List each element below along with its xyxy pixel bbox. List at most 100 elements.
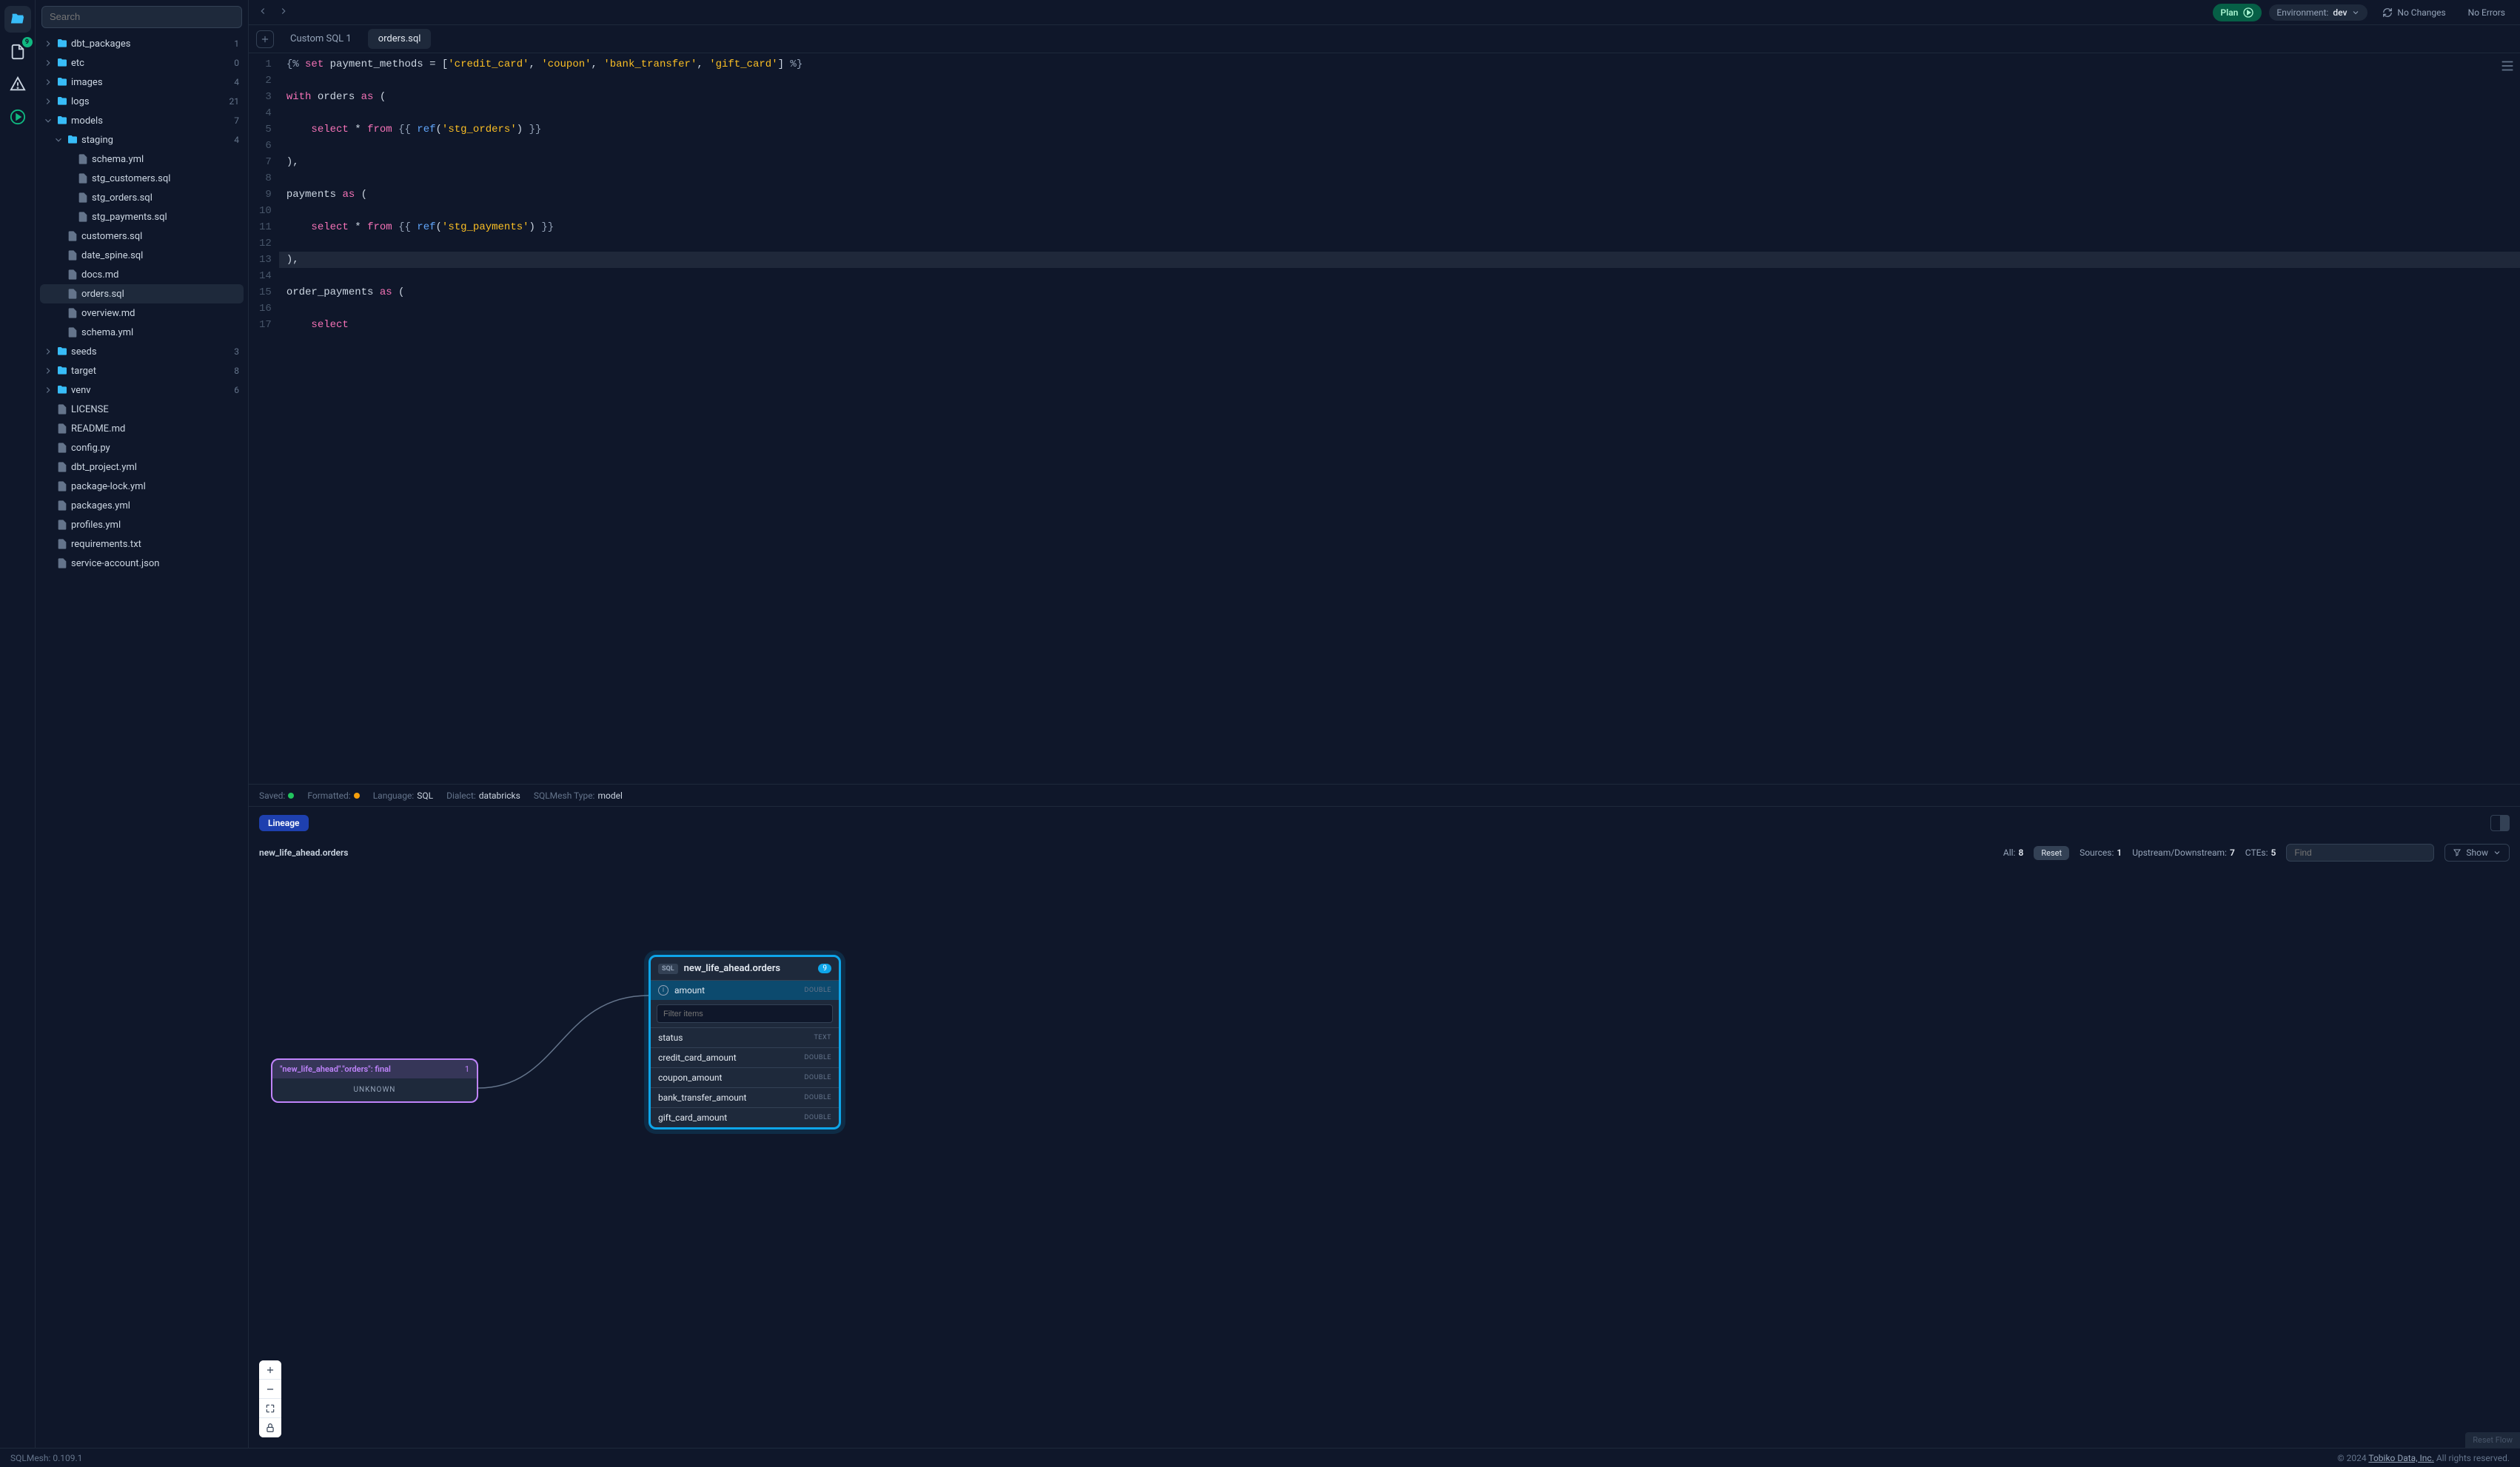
new-tab-button[interactable] (256, 30, 274, 48)
chevron-down-icon (2351, 8, 2360, 17)
column-type: DOUBLE (804, 1094, 831, 1101)
line-gutter: 1234567891011121314151617 (249, 53, 279, 784)
tree-label: venv (71, 385, 231, 396)
tree-count: 1 (234, 38, 239, 49)
reset-button[interactable]: Reset (2034, 846, 2069, 860)
tree-file[interactable]: README.md (40, 419, 244, 438)
changes-label: No Changes (2397, 7, 2445, 18)
copyright: © 2024 Tobiko Data, Inc. All rights rese… (2337, 1453, 2510, 1463)
main-lineage-node[interactable]: SQL new_life_ahead.orders 9 i amount DOU… (649, 955, 841, 1129)
tree-file[interactable]: dbt_project.yml (40, 457, 244, 477)
nav-back-button[interactable] (256, 4, 269, 21)
tree-folder[interactable]: target8 (40, 361, 244, 380)
tab-custom-sql[interactable]: Custom SQL 1 (280, 29, 362, 49)
tree-file[interactable]: date_spine.sql (40, 246, 244, 265)
column-row[interactable]: credit_card_amountDOUBLE (651, 1047, 839, 1067)
search-input[interactable] (50, 11, 234, 22)
errors-label: No Errors (2468, 7, 2505, 18)
tree-file[interactable]: package-lock.yml (40, 477, 244, 496)
tree-count: 7 (234, 115, 239, 126)
file-icon (67, 288, 78, 300)
activity-docs[interactable]: 9 (4, 38, 31, 65)
tree-file[interactable]: stg_payments.sql (40, 207, 244, 226)
tree-file[interactable]: customers.sql (40, 226, 244, 246)
tree-file[interactable]: requirements.txt (40, 534, 244, 554)
tree-folder[interactable]: etc0 (40, 53, 244, 73)
column-row[interactable]: coupon_amountDOUBLE (651, 1067, 839, 1087)
column-row[interactable]: gift_card_amountDOUBLE (651, 1107, 839, 1127)
column-row[interactable]: statusTEXT (651, 1027, 839, 1047)
activity-explorer[interactable] (4, 6, 31, 33)
column-filter-input[interactable] (663, 1010, 826, 1018)
upstream-count: 1 (465, 1064, 469, 1074)
changes-status[interactable]: No Changes (2375, 4, 2453, 21)
zoom-in-button[interactable] (259, 1360, 281, 1380)
lineage-graph[interactable]: "new_life_ahead"."orders": final 1 UNKNO… (249, 866, 2520, 1448)
tabs-bar: Custom SQL 1 orders.sql (249, 25, 2520, 53)
code-editor[interactable]: 1234567891011121314151617 {% set payment… (249, 53, 2520, 784)
tree-file[interactable]: packages.yml (40, 496, 244, 515)
activity-run[interactable] (4, 104, 31, 130)
file-icon (56, 423, 68, 434)
tree-label: schema.yml (81, 327, 239, 338)
tree-folder[interactable]: venv6 (40, 380, 244, 400)
tree-file[interactable]: docs.md (40, 265, 244, 284)
refresh-icon (2382, 7, 2393, 18)
find-input[interactable] (2286, 844, 2434, 862)
tree-folder[interactable]: models7 (40, 111, 244, 130)
code-content[interactable]: {% set payment_methods = ['credit_card',… (279, 53, 2520, 784)
zoom-out-button[interactable] (259, 1380, 281, 1399)
search-box[interactable] (41, 6, 242, 28)
nav-forward-button[interactable] (277, 4, 290, 21)
tree-folder[interactable]: images4 (40, 73, 244, 92)
folder-open-icon (10, 11, 26, 27)
tree-folder[interactable]: seeds3 (40, 342, 244, 361)
file-icon (67, 249, 78, 261)
plus-icon (260, 34, 270, 44)
tree-file[interactable]: orders.sql (40, 284, 244, 303)
tree-file[interactable]: stg_orders.sql (40, 188, 244, 207)
folder-icon (56, 38, 68, 50)
file-icon (56, 442, 68, 454)
fit-view-button[interactable] (259, 1399, 281, 1418)
tab-orders-sql[interactable]: orders.sql (368, 29, 432, 49)
lock-button[interactable] (259, 1418, 281, 1437)
tree-file[interactable]: schema.yml (40, 150, 244, 169)
plan-button[interactable]: Plan (2213, 4, 2262, 21)
tree-folder[interactable]: logs21 (40, 92, 244, 111)
column-filter[interactable] (657, 1004, 833, 1023)
lineage-tab[interactable]: Lineage (259, 815, 309, 831)
show-button[interactable]: Show (2444, 844, 2510, 862)
tree-file[interactable]: profiles.yml (40, 515, 244, 534)
lineage-panel: Lineage new_life_ahead.orders All:8 Rese… (249, 806, 2520, 1448)
environment-selector[interactable]: Environment: dev (2269, 4, 2367, 21)
minimap-toggle[interactable] (2499, 58, 2516, 74)
tree-folder[interactable]: dbt_packages1 (40, 34, 244, 53)
info-icon: i (658, 985, 668, 996)
tree-file[interactable]: config.py (40, 438, 244, 457)
tree-file[interactable]: stg_customers.sql (40, 169, 244, 188)
chevron-down-icon (43, 115, 53, 126)
errors-status[interactable]: No Errors (2461, 4, 2513, 21)
tree-file[interactable]: LICENSE (40, 400, 244, 419)
tree-folder[interactable]: staging4 (40, 130, 244, 150)
upstream-node[interactable]: "new_life_ahead"."orders": final 1 UNKNO… (271, 1058, 478, 1103)
tree-file[interactable]: service-account.json (40, 554, 244, 573)
folder-icon (56, 76, 68, 88)
reset-flow-button[interactable]: Reset Flow (2465, 1432, 2520, 1448)
tree-file[interactable]: overview.md (40, 303, 244, 323)
tree-label: models (71, 115, 231, 127)
column-type: TEXT (814, 1034, 832, 1041)
file-icon (67, 269, 78, 281)
column-row[interactable]: i amount DOUBLE (651, 980, 839, 1000)
tree-file[interactable]: schema.yml (40, 323, 244, 342)
plan-label: Plan (2220, 7, 2238, 18)
company-link[interactable]: Tobiko Data, Inc. (2368, 1453, 2434, 1463)
file-icon (67, 307, 78, 319)
layout-toggle[interactable] (2490, 815, 2510, 831)
folder-icon (67, 134, 78, 146)
column-row[interactable]: bank_transfer_amountDOUBLE (651, 1087, 839, 1107)
file-icon (56, 461, 68, 473)
activity-warnings[interactable] (4, 71, 31, 98)
play-icon (2242, 7, 2254, 19)
